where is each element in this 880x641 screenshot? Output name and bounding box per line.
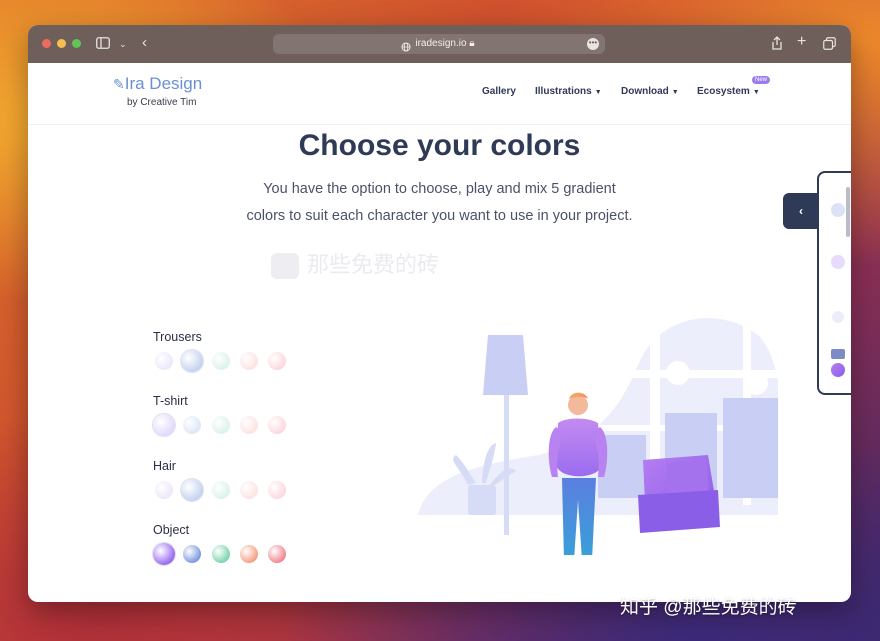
color-swatch[interactable] [240,481,258,499]
category-label-t-shirt: T-shirt [153,394,188,408]
corner-watermark: 知乎 @那些免费的砖 [620,597,797,618]
color-swatch[interactable] [181,479,203,501]
site-header: ✎Ira Design by Creative Tim Gallery Illu… [28,63,851,125]
logo-subtitle: by Creative Tim [127,97,197,108]
nav-gallery[interactable]: Gallery [482,86,516,97]
browser-toolbar: ⌄ ‹ iradesign.io 🔒︎ ••• + [28,25,851,63]
zoom-window-button[interactable] [72,39,81,48]
character-illustration [418,318,778,555]
nav-illustrations[interactable]: Illustrations ▼ [535,86,602,97]
color-swatch[interactable] [183,545,201,563]
color-swatch[interactable] [240,416,258,434]
logo[interactable]: ✎Ira Design [113,74,202,94]
color-swatch[interactable] [155,352,173,370]
watermark: 那些免费的砖 [271,247,439,280]
plus-icon[interactable]: + [797,34,806,50]
pen-icon: ✎ [113,76,125,92]
side-panel-scrollbar[interactable] [846,187,850,237]
color-swatch[interactable] [212,545,230,563]
color-swatch[interactable] [212,481,230,499]
category-label-object: Object [153,523,190,537]
hair-thumb-icon[interactable] [832,311,844,323]
category-label-hair: Hair [153,459,176,473]
close-window-button[interactable] [42,39,51,48]
browser-window: ⌄ ‹ iradesign.io 🔒︎ ••• + ✎Ira Design by… [28,25,851,602]
minimize-window-button[interactable] [57,39,66,48]
chair-thumb-icon[interactable] [831,349,845,359]
tabs-overview-icon[interactable] [823,37,836,52]
share-icon[interactable] [771,36,783,52]
preview-side-panel[interactable] [817,171,851,395]
new-badge: New [752,76,771,84]
subtitle-line-1: You have the option to choose, play and … [263,181,616,197]
object-color-thumb[interactable] [831,363,845,377]
page-title: Choose your colors [298,129,581,162]
address-bar[interactable]: iradesign.io 🔒︎ ••• [273,34,605,54]
color-swatch[interactable] [181,350,203,372]
watermark-logo-icon [271,253,299,280]
caret-down-icon: ▼ [594,89,602,96]
subtitle-line-2: colors to suit each character you want t… [246,208,633,224]
color-swatch[interactable] [268,416,286,434]
color-swatch[interactable] [212,352,230,370]
more-icon[interactable]: ••• [587,38,599,50]
caret-down-icon: ▼ [671,89,679,96]
lock-icon: 🔒︎ [469,38,475,49]
color-swatch[interactable] [268,545,286,563]
category-label-trousers: Trousers [153,330,202,344]
caret-down-icon: ▼ [752,89,760,96]
color-swatch[interactable] [240,352,258,370]
color-swatch[interactable] [268,481,286,499]
sidebar-icon[interactable] [96,37,110,51]
color-swatch[interactable] [153,543,175,565]
color-swatch[interactable] [268,352,286,370]
color-swatch[interactable] [183,416,201,434]
nav-ecosystem[interactable]: Ecosystem ▼ [697,86,760,97]
nav-download[interactable]: Download ▼ [621,86,679,97]
tshirt-thumb-icon[interactable] [831,255,845,269]
side-panel-toggle[interactable]: ‹ [783,193,819,229]
url-text: iradesign.io 🔒︎ [415,38,475,49]
color-swatch[interactable] [155,481,173,499]
chevron-left-icon: ‹ [799,204,803,218]
trousers-thumb-icon[interactable] [831,203,845,217]
color-swatch[interactable] [153,414,175,436]
back-icon[interactable]: ‹ [142,35,147,50]
chevron-down-icon[interactable]: ⌄ [119,38,127,51]
color-swatch[interactable] [212,416,230,434]
color-swatch[interactable] [240,545,258,563]
